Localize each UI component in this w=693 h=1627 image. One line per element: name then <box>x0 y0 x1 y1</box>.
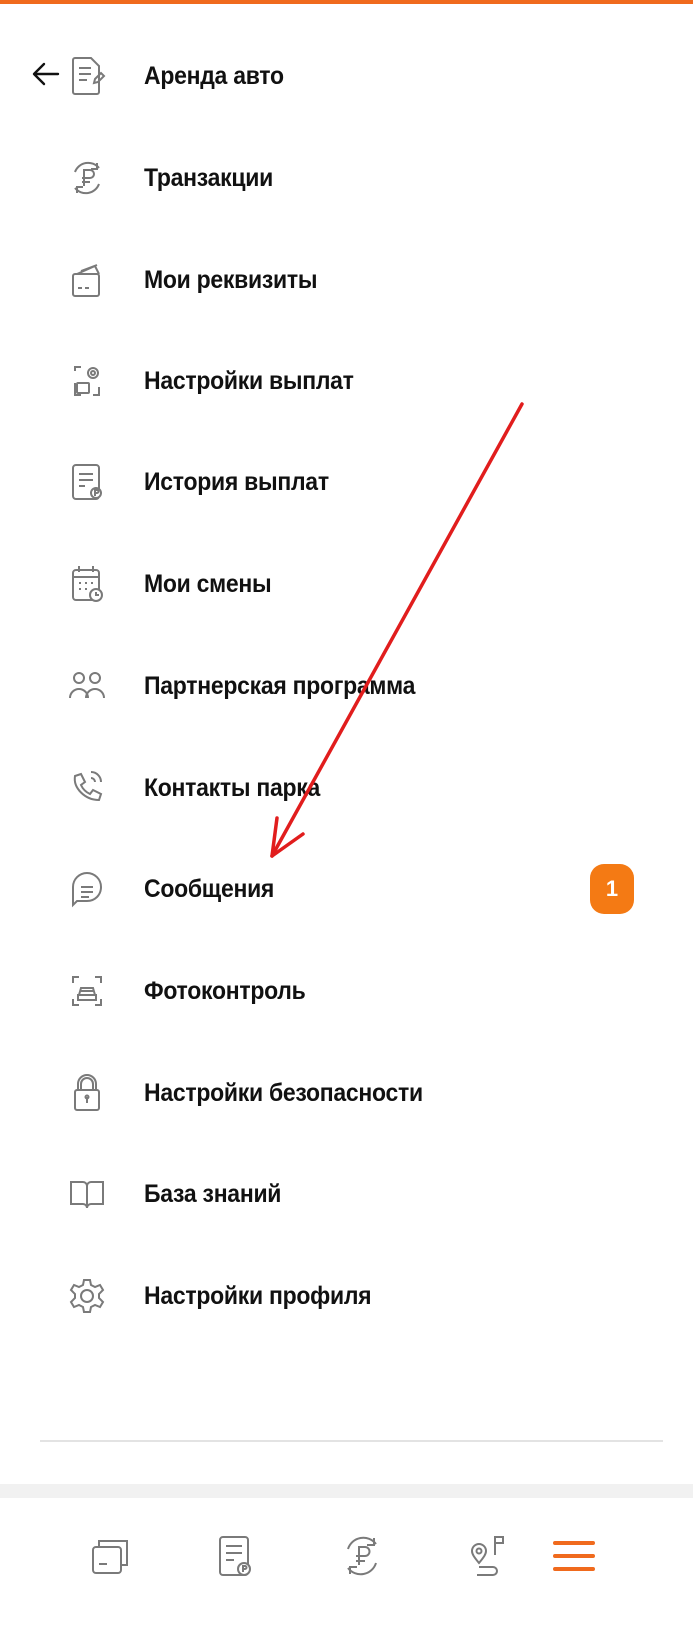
menu-item-messages[interactable]: Сообщения 1 <box>66 841 666 937</box>
menu-item-photo-control[interactable]: Фотоконтроль <box>66 943 666 1039</box>
wallet-cards-icon <box>66 259 108 301</box>
menu-item-knowledge-base[interactable]: База знаний <box>66 1146 666 1242</box>
menu-item-my-shifts[interactable]: Мои смены <box>66 536 666 632</box>
menu-item-profile-settings[interactable]: Настройки профиля <box>66 1248 666 1344</box>
menu-item-label: Контакты парка <box>144 773 321 802</box>
unread-count-badge: 1 <box>590 864 634 914</box>
menu-item-transactions[interactable]: Транзакции <box>66 130 666 226</box>
menu-item-payout-settings[interactable]: Настройки выплат <box>66 333 666 429</box>
route-map-icon <box>470 1536 504 1576</box>
chat-bubble-icon <box>66 868 108 910</box>
menu-item-payout-history[interactable]: История выплат <box>66 434 666 530</box>
nav-payout-history-button[interactable] <box>207 1528 263 1584</box>
car-rental-document-icon <box>66 55 108 97</box>
ruble-exchange-icon <box>347 1536 377 1576</box>
hamburger-menu-icon <box>553 1541 595 1571</box>
menu-item-label: Сообщения <box>144 874 275 903</box>
padlock-icon <box>66 1072 108 1114</box>
partners-icon <box>66 665 108 707</box>
arrow-left-icon <box>32 62 60 86</box>
top-accent-bar <box>0 0 693 4</box>
phone-icon <box>66 767 108 809</box>
photo-control-car-icon <box>66 970 108 1012</box>
calendar-clock-icon <box>66 563 108 605</box>
nav-cards-button[interactable] <box>82 1528 138 1584</box>
menu-item-label: Настройки безопасности <box>144 1078 423 1107</box>
ruble-exchange-icon <box>66 157 108 199</box>
bottom-navigation <box>0 1498 693 1627</box>
menu-item-partner-program[interactable]: Партнерская программа <box>66 638 666 734</box>
menu-item-label: Мои смены <box>144 569 272 598</box>
menu-item-requisites[interactable]: Мои реквизиты <box>66 232 666 328</box>
menu-item-label: Настройки профиля <box>144 1281 372 1310</box>
menu-item-label: Мои реквизиты <box>144 265 318 294</box>
nav-routes-button[interactable] <box>460 1528 516 1584</box>
nav-menu-button[interactable] <box>546 1528 602 1584</box>
menu-item-security-settings[interactable]: Настройки безопасности <box>66 1045 666 1141</box>
cards-icon <box>92 1540 128 1574</box>
menu-item-label: Транзакции <box>144 163 274 192</box>
menu-item-label: Фотоконтроль <box>144 976 306 1005</box>
nav-transactions-button[interactable] <box>334 1528 390 1584</box>
payout-history-icon <box>66 461 108 503</box>
open-book-icon <box>66 1173 108 1215</box>
menu-item-label: История выплат <box>144 467 329 496</box>
gear-icon <box>66 1275 108 1317</box>
back-button[interactable] <box>26 54 66 94</box>
payout-settings-icon <box>66 360 108 402</box>
menu-item-label: Партнерская программа <box>144 671 416 700</box>
menu-item-label: Настройки выплат <box>144 366 354 395</box>
menu-item-car-rental[interactable]: Аренда авто <box>66 28 666 124</box>
menu-item-label: Аренда авто <box>144 61 284 90</box>
menu-item-label: База знаний <box>144 1179 282 1208</box>
section-gap <box>0 1484 693 1498</box>
menu-item-park-contacts[interactable]: Контакты парка <box>66 740 666 836</box>
menu-divider <box>40 1440 663 1442</box>
payout-history-icon <box>219 1536 251 1576</box>
